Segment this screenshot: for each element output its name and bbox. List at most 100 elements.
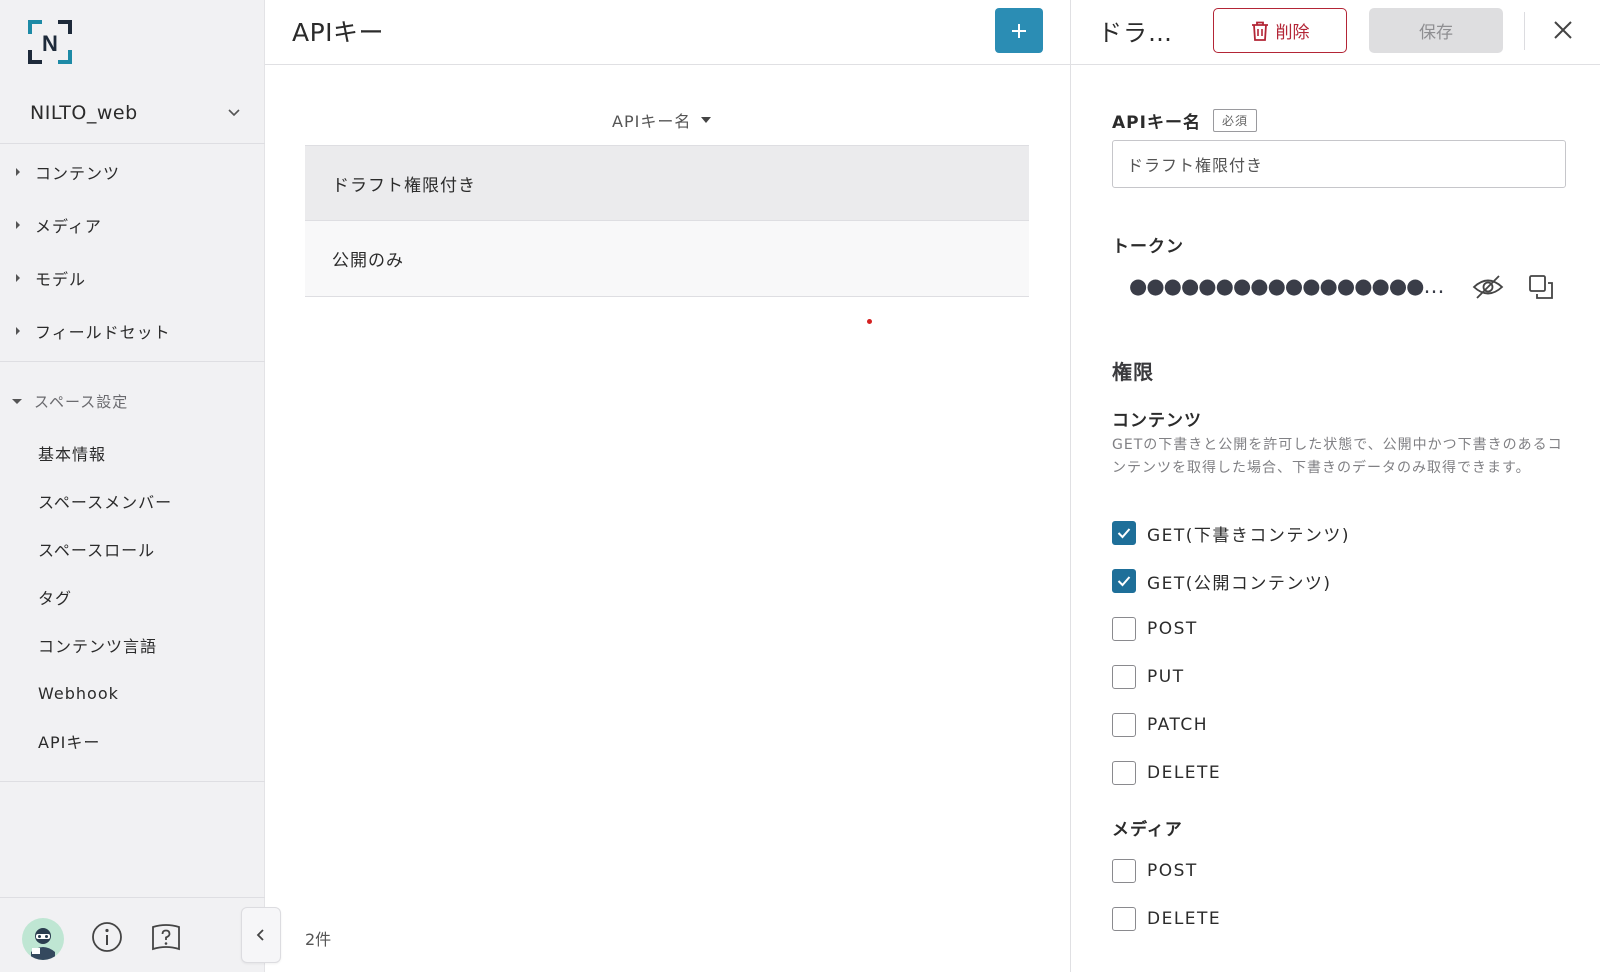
nav-item-content[interactable]: コンテンツ — [0, 145, 265, 198]
name-field-label: APIキー名 必須 — [1112, 108, 1257, 133]
caret-down-icon — [12, 399, 22, 404]
checkbox-label: PUT — [1147, 667, 1185, 687]
toggle-token-visibility[interactable] — [1471, 272, 1505, 302]
checkmark-icon — [1117, 528, 1131, 539]
list-item[interactable]: ドラフト権限付き — [305, 145, 1029, 221]
checkbox[interactable] — [1112, 569, 1136, 593]
checkbox-label: DELETE — [1147, 763, 1222, 783]
checkbox[interactable] — [1112, 859, 1136, 883]
list-item[interactable]: 公開のみ — [305, 221, 1029, 297]
checkbox-label: PATCH — [1147, 715, 1209, 735]
add-api-key-button[interactable] — [995, 8, 1043, 53]
masked-token: ●●●●●●●●●●●●●●●●●… — [1129, 274, 1445, 298]
checkbox-media-delete[interactable]: DELETE — [1112, 905, 1221, 933]
checkbox-label: POST — [1147, 619, 1198, 639]
checkbox[interactable] — [1112, 907, 1136, 931]
caret-right-icon — [16, 273, 20, 282]
content-permissions-title: コンテンツ — [1112, 411, 1202, 431]
nav-divider — [0, 781, 265, 782]
nav-item-media[interactable]: メディア — [0, 198, 265, 251]
caret-right-icon — [16, 326, 20, 335]
checkbox-content-post[interactable]: POST — [1112, 615, 1198, 643]
caret-right-icon — [16, 220, 20, 229]
checkbox-content-delete[interactable]: DELETE — [1112, 759, 1221, 787]
checkbox-content-patch[interactable]: PATCH — [1112, 711, 1208, 739]
checkbox-label: POST — [1147, 861, 1198, 881]
plus-icon — [1012, 23, 1026, 38]
sidebar-item-space-roles[interactable]: スペースロール — [0, 525, 265, 573]
media-permissions-title: メディア — [1112, 820, 1183, 840]
page-title: APIキー — [292, 18, 385, 47]
api-key-detail-panel: ドラ… 削除 保存 APIキー名 必須 トークン ●●●●●●●●●●●●●●●… — [1070, 0, 1600, 972]
save-button[interactable]: 保存 — [1369, 8, 1503, 53]
nav-item-label: モデル — [35, 269, 87, 289]
item-count: 2件 — [305, 930, 332, 949]
sidebar-item-basic-info[interactable]: 基本情報 — [0, 429, 265, 477]
required-badge: 必須 — [1212, 109, 1257, 132]
checkbox-get-published[interactable]: GET(公開コンテンツ) — [1112, 567, 1332, 595]
help-guide-icon[interactable] — [149, 920, 183, 954]
nav-divider — [0, 361, 265, 362]
main-nav: コンテンツ メディア モデル フィールドセット — [0, 145, 265, 357]
detail-header: ドラ… 削除 保存 — [1071, 0, 1600, 65]
permissions-title: 権限 — [1112, 360, 1154, 384]
nav-item-label: フィールドセット — [35, 322, 171, 342]
nav-item-label: メディア — [35, 216, 102, 236]
chevron-left-icon — [256, 929, 264, 941]
avatar[interactable] — [22, 918, 64, 960]
api-key-name-field[interactable] — [1112, 140, 1566, 188]
chevron-down-icon — [228, 108, 240, 116]
sidebar-item-space-members[interactable]: スペースメンバー — [0, 477, 265, 525]
checkbox[interactable] — [1112, 521, 1136, 545]
info-icon[interactable] — [90, 920, 124, 954]
name-label-text: APIキー名 — [1112, 113, 1201, 133]
delete-button[interactable]: 削除 — [1213, 8, 1347, 53]
trash-icon — [1251, 21, 1268, 41]
sidebar-item-api-keys[interactable]: APIキー — [0, 717, 265, 765]
svg-text:N: N — [42, 31, 58, 56]
api-key-list: ドラフト権限付き 公開のみ — [305, 145, 1029, 297]
checkbox-get-draft[interactable]: GET(下書きコンテンツ) — [1112, 519, 1350, 547]
caret-right-icon — [16, 167, 20, 176]
collapse-sidebar-button[interactable] — [241, 907, 281, 963]
space-settings-nav: スペース設定 基本情報 スペースメンバー スペースロール タグ コンテンツ言語 … — [0, 381, 265, 765]
checkbox[interactable] — [1112, 761, 1136, 785]
copy-token-button[interactable] — [1524, 272, 1558, 302]
space-switcher[interactable]: NILTO_web — [0, 82, 265, 144]
api-key-list-panel: APIキー APIキー名 ドラフト権限付き 公開のみ 2件 — [265, 0, 1070, 972]
column-header-label: APIキー名 — [612, 112, 692, 131]
checkbox-label: GET(下書きコンテンツ) — [1147, 525, 1351, 546]
token-label: トークン — [1112, 237, 1184, 257]
api-key-name: ドラフト権限付き — [332, 175, 476, 196]
detail-title: ドラ… — [1098, 19, 1173, 47]
checkbox-label: DELETE — [1147, 909, 1222, 929]
sidebar-item-content-languages[interactable]: コンテンツ言語 — [0, 621, 265, 669]
delete-label: 削除 — [1275, 23, 1310, 43]
content-permissions-description: GETの下書きと公開を許可した状態で、公開中かつ下書きのあるコンテンツを取得した… — [1112, 437, 1563, 476]
space-settings-toggle[interactable]: スペース設定 — [0, 381, 265, 421]
nav-item-models[interactable]: モデル — [0, 251, 265, 304]
nav-item-label: コンテンツ — [35, 163, 121, 183]
sort-caret-icon — [701, 117, 712, 123]
header-divider — [1524, 12, 1525, 50]
list-header: APIキー — [265, 0, 1070, 65]
nav-item-fieldsets[interactable]: フィールドセット — [0, 304, 265, 357]
sidebar-item-tags[interactable]: タグ — [0, 573, 265, 621]
checkbox[interactable] — [1112, 617, 1136, 641]
eye-off-icon — [1472, 275, 1504, 299]
copy-icon — [1529, 275, 1553, 299]
space-name: NILTO_web — [30, 101, 138, 124]
column-header-api-key-name[interactable]: APIキー名 — [612, 108, 712, 132]
close-icon[interactable] — [1551, 18, 1575, 42]
checkbox[interactable] — [1112, 713, 1136, 737]
checkbox-media-post[interactable]: POST — [1112, 857, 1198, 885]
nilto-logo[interactable]: N — [28, 20, 72, 64]
sidebar-footer — [0, 897, 265, 972]
checkmark-icon — [1117, 576, 1131, 587]
sidebar: N NILTO_web コンテンツ メディア モデル フィールドセット スペース… — [0, 0, 265, 972]
checkbox[interactable] — [1112, 665, 1136, 689]
sidebar-item-webhook[interactable]: Webhook — [0, 669, 265, 717]
checkbox-content-put[interactable]: PUT — [1112, 663, 1185, 691]
section-label: スペース設定 — [34, 392, 129, 411]
api-key-name: 公開のみ — [332, 251, 404, 271]
